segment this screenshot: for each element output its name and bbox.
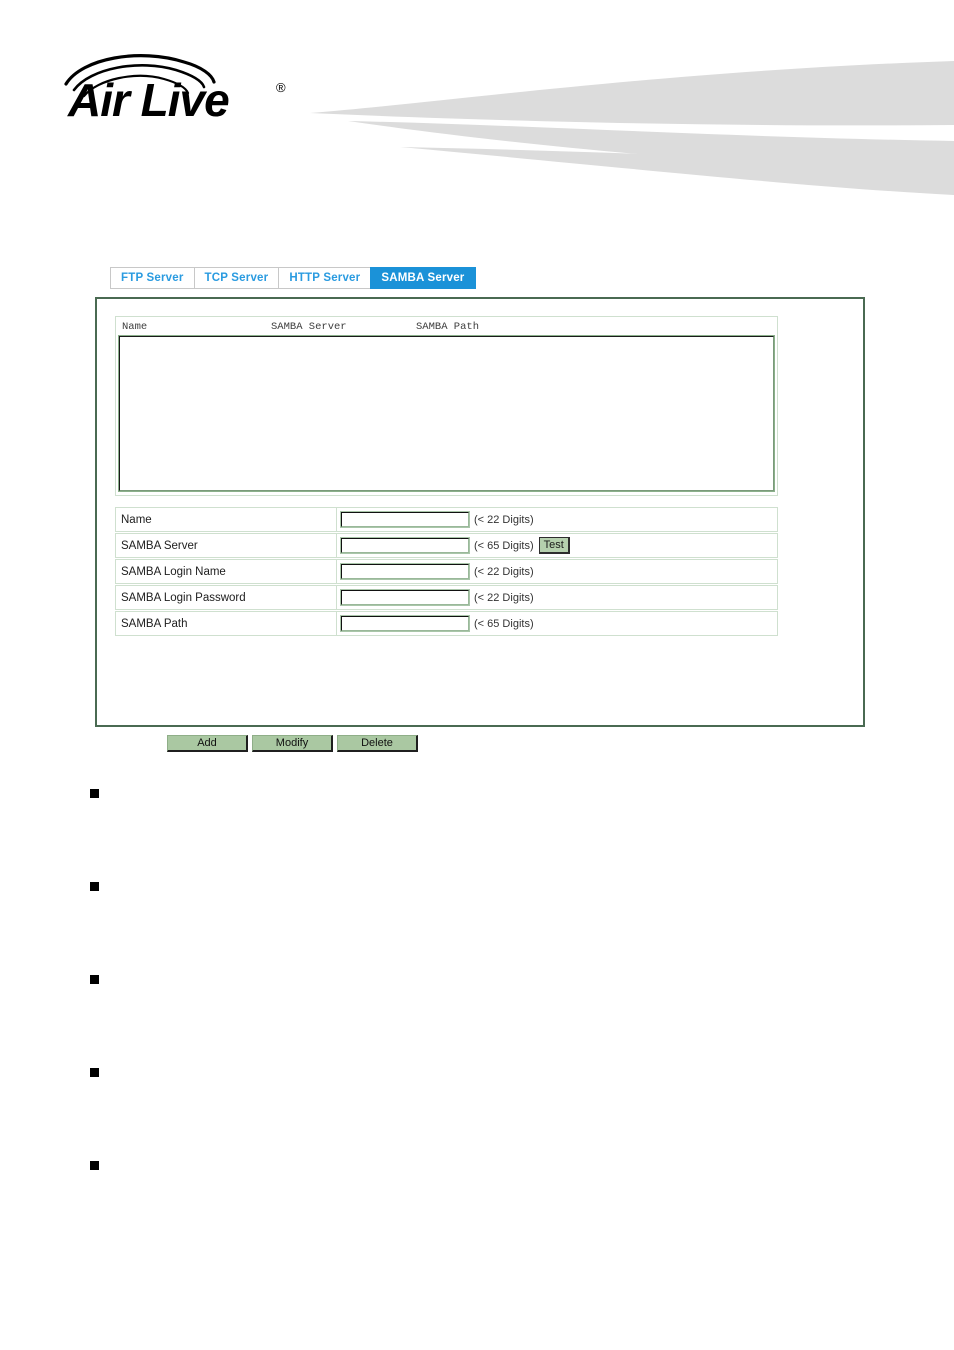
field-cell-samba-path: (< 65 Digits) bbox=[337, 611, 778, 636]
tab-ftp-server[interactable]: FTP Server bbox=[110, 267, 194, 289]
samba-settings-panel: Name SAMBA Server SAMBA Path Name (< 22 … bbox=[95, 297, 865, 727]
label-samba-server: SAMBA Server bbox=[115, 533, 337, 558]
list-item bbox=[90, 786, 890, 879]
hint-samba-login-name: (< 22 Digits) bbox=[474, 565, 534, 578]
list-item bbox=[90, 1158, 890, 1251]
hint-name: (< 22 Digits) bbox=[474, 513, 534, 526]
svg-text:®: ® bbox=[276, 80, 286, 95]
column-header-samba-path: SAMBA Path bbox=[416, 321, 480, 333]
samba-login-name-input[interactable] bbox=[340, 563, 470, 580]
square-bullet-icon bbox=[90, 789, 99, 798]
tab-http-server[interactable]: HTTP Server bbox=[278, 267, 371, 289]
square-bullet-icon bbox=[90, 975, 99, 984]
tab-tcp-server[interactable]: TCP Server bbox=[193, 267, 279, 289]
svg-text:Air Live: Air Live bbox=[67, 74, 229, 126]
list-item bbox=[90, 1065, 890, 1158]
action-button-group: Add Modify Delete bbox=[167, 735, 418, 752]
list-item bbox=[90, 879, 890, 972]
form-row-samba-login-password: SAMBA Login Password (< 22 Digits) bbox=[115, 585, 778, 610]
delete-button[interactable]: Delete bbox=[337, 735, 418, 752]
server-type-tabs: FTP Server TCP Server HTTP Server SAMBA … bbox=[110, 267, 476, 289]
samba-config-form: Name (< 22 Digits) SAMBA Server (< 65 Di… bbox=[115, 507, 778, 637]
samba-server-input[interactable] bbox=[340, 537, 470, 554]
square-bullet-icon bbox=[90, 1068, 99, 1077]
page-header: Air Live ® bbox=[0, 0, 954, 200]
add-button[interactable]: Add bbox=[167, 735, 248, 752]
label-samba-login-name: SAMBA Login Name bbox=[115, 559, 337, 584]
label-samba-login-password: SAMBA Login Password bbox=[115, 585, 337, 610]
field-cell-samba-login-password: (< 22 Digits) bbox=[337, 585, 778, 610]
hint-samba-login-password: (< 22 Digits) bbox=[474, 591, 534, 604]
column-header-samba-server: SAMBA Server bbox=[271, 321, 347, 333]
airlive-logo: Air Live ® bbox=[64, 54, 286, 126]
samba-login-password-input[interactable] bbox=[340, 589, 470, 606]
form-row-samba-login-name: SAMBA Login Name (< 22 Digits) bbox=[115, 559, 778, 584]
field-cell-samba-server: (< 65 Digits) Test bbox=[337, 533, 778, 558]
label-name: Name bbox=[115, 507, 337, 532]
list-item bbox=[90, 972, 890, 1065]
server-list-box[interactable] bbox=[118, 335, 775, 492]
hint-samba-path: (< 65 Digits) bbox=[474, 617, 534, 630]
field-cell-samba-login-name: (< 22 Digits) bbox=[337, 559, 778, 584]
server-list-region: Name SAMBA Server SAMBA Path bbox=[115, 316, 778, 496]
hint-samba-server: (< 65 Digits) bbox=[474, 539, 534, 552]
form-row-name: Name (< 22 Digits) bbox=[115, 507, 778, 532]
test-button[interactable]: Test bbox=[538, 537, 570, 554]
header-swoosh-graphic bbox=[310, 61, 954, 195]
tab-samba-server[interactable]: SAMBA Server bbox=[370, 267, 476, 289]
square-bullet-icon bbox=[90, 1161, 99, 1170]
form-row-samba-server: SAMBA Server (< 65 Digits) Test bbox=[115, 533, 778, 558]
notes-list bbox=[90, 786, 890, 1251]
square-bullet-icon bbox=[90, 882, 99, 891]
modify-button[interactable]: Modify bbox=[252, 735, 333, 752]
column-header-name: Name bbox=[122, 321, 148, 333]
field-cell-name: (< 22 Digits) bbox=[337, 507, 778, 532]
label-samba-path: SAMBA Path bbox=[115, 611, 337, 636]
samba-path-input[interactable] bbox=[340, 615, 470, 632]
form-row-samba-path: SAMBA Path (< 65 Digits) bbox=[115, 611, 778, 636]
name-input[interactable] bbox=[340, 511, 470, 528]
server-list-column-headers: Name SAMBA Server SAMBA Path bbox=[119, 320, 774, 336]
